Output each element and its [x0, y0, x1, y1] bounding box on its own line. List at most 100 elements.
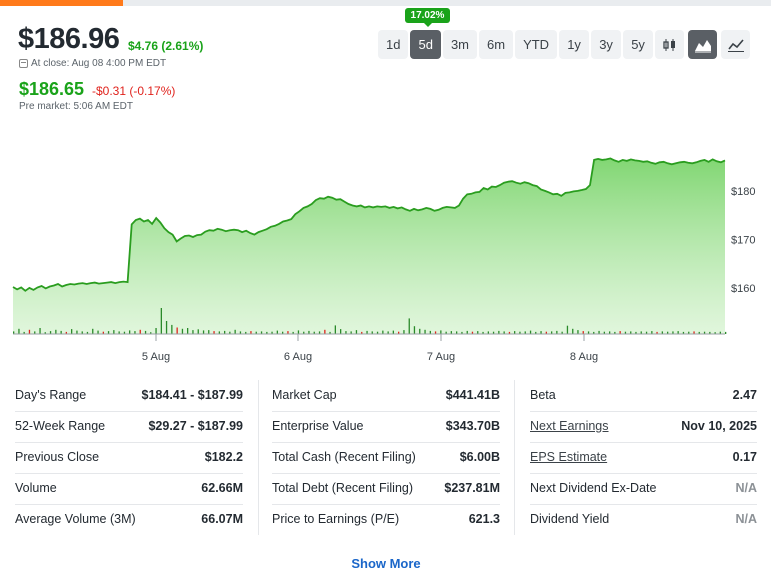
stat-value: 62.66M — [201, 481, 243, 495]
volume-bar — [28, 329, 31, 334]
price-chart[interactable]: $180 $170 $160 5 Aug 6 Aug 7 Aug 8 Aug — [0, 120, 771, 370]
stat-label[interactable]: EPS Estimate — [530, 442, 607, 473]
show-more-button[interactable]: Show More — [330, 556, 442, 571]
volume-bar — [55, 329, 57, 334]
volume-bar — [419, 328, 421, 334]
stat-row: Dividend Yield N/A — [530, 504, 757, 535]
stat-row: 52-Week Range $29.27 - $187.99 — [15, 411, 243, 443]
stat-value: $6.00B — [459, 450, 500, 464]
range-button-3y[interactable]: 3y — [591, 30, 622, 59]
x-tick-label: 6 Aug — [284, 351, 312, 363]
calendar-icon — [19, 59, 28, 68]
volume-bar — [334, 325, 336, 334]
range-change-tooltip: 17.02% — [405, 8, 450, 27]
volume-bar — [187, 328, 189, 334]
volume-bar — [297, 330, 300, 334]
volume-bar — [355, 330, 358, 334]
premarket-timestamp: Pre market: 5:06 AM EDT — [19, 101, 133, 112]
stat-row: Total Cash (Recent Filing) $6.00B — [272, 442, 500, 474]
volume-bar — [340, 329, 342, 334]
stat-label: 52-Week Range — [15, 419, 106, 433]
volume-bar — [76, 330, 78, 334]
volume-bar — [129, 330, 131, 334]
volume-bar — [725, 331, 727, 334]
price-change: $4.76 (2.61%) — [128, 39, 204, 53]
stat-row: Price to Earnings (P/E) 621.3 — [272, 504, 500, 535]
stat-label: Total Cash (Recent Filing) — [272, 450, 416, 464]
stat-row: Volume 62.66M — [15, 473, 243, 505]
volume-bar — [160, 308, 162, 334]
stat-value: 2.47 — [732, 388, 757, 402]
volume-bar — [18, 328, 20, 334]
volume-bar — [440, 330, 442, 334]
volume-bar — [208, 330, 210, 334]
chart-type-selector — [655, 30, 750, 59]
candlestick-chart-button[interactable] — [655, 30, 684, 59]
stat-label[interactable]: Next Earnings — [530, 411, 609, 442]
stat-label: Enterprise Value — [272, 419, 364, 433]
stat-row: Total Debt (Recent Filing) $237.81M — [272, 473, 500, 505]
volume-bar — [92, 328, 94, 334]
y-tick-label: $170 — [731, 234, 755, 246]
stat-row: Next Earnings Nov 10, 2025 — [530, 411, 757, 443]
range-button-ytd[interactable]: YTD — [515, 30, 558, 59]
stat-label: Day's Range — [15, 388, 87, 402]
range-button-5y[interactable]: 5y — [623, 30, 654, 59]
volume-bar — [566, 325, 569, 334]
premarket-change: -$0.31 (-0.17%) — [92, 84, 176, 98]
mountain-chart-icon — [694, 39, 711, 52]
stat-value: N/A — [735, 481, 757, 495]
volume-bar — [424, 329, 426, 334]
volume-bar — [97, 330, 99, 334]
stat-label: Average Volume (3M) — [15, 512, 136, 526]
range-button-5d[interactable]: 5d — [410, 30, 441, 59]
stat-row: Market Cap $441.41B — [272, 380, 500, 412]
line-chart-button[interactable] — [721, 30, 750, 59]
stat-value: $182.2 — [204, 450, 243, 464]
volume-bar — [71, 329, 73, 334]
stat-row: EPS Estimate 0.17 — [530, 442, 757, 474]
stat-value: Nov 10, 2025 — [681, 419, 757, 433]
range-button-3m[interactable]: 3m — [442, 30, 477, 59]
volume-bar — [408, 318, 410, 334]
stat-row: Next Dividend Ex-Date N/A — [530, 473, 757, 505]
current-price: $186.96 — [18, 23, 120, 55]
top-progress-bar — [0, 0, 771, 6]
volume-bar — [171, 324, 173, 334]
stat-label: Market Cap — [272, 388, 337, 402]
price-area-fill — [13, 158, 725, 334]
stat-value: $237.81M — [444, 481, 500, 495]
volume-bar — [324, 329, 326, 334]
range-selector: 1d 5d 3m 6m YTD 1y 3y 5y — [378, 30, 654, 59]
close-timestamp-text: At close: Aug 08 4:00 PM EDT — [31, 58, 167, 69]
stat-label: Previous Close — [15, 450, 100, 464]
stats-divider — [514, 380, 515, 535]
range-button-6m[interactable]: 6m — [479, 30, 514, 59]
volume-bar — [392, 330, 394, 334]
x-tick-label: 7 Aug — [427, 351, 455, 363]
stat-value: $343.70B — [445, 419, 500, 433]
stat-row: Average Volume (3M) 66.07M — [15, 504, 243, 535]
range-button-1d[interactable]: 1d — [378, 30, 409, 59]
range-button-1y[interactable]: 1y — [559, 30, 590, 59]
y-tick-label: $180 — [731, 186, 755, 198]
volume-bar — [577, 330, 579, 334]
volume-bar — [165, 321, 168, 334]
stat-value: $29.27 - $187.99 — [148, 419, 243, 433]
volume-bar — [202, 330, 205, 334]
volume-bar — [382, 330, 384, 334]
stat-value: 66.07M — [201, 512, 243, 526]
x-tick-label: 8 Aug — [570, 351, 598, 363]
stat-row: Day's Range $184.41 - $187.99 — [15, 380, 243, 412]
y-tick-label: $160 — [731, 283, 755, 295]
volume-bar — [234, 329, 236, 334]
stat-value: 621.3 — [468, 512, 500, 526]
mountain-chart-button[interactable] — [688, 30, 717, 59]
volume-bar — [139, 329, 141, 334]
stat-label: Volume — [15, 481, 57, 495]
volume-bar — [181, 328, 184, 334]
stats-divider — [258, 380, 259, 535]
stat-label: Total Debt (Recent Filing) — [272, 481, 414, 495]
stat-value: 0.17 — [732, 450, 757, 464]
top-progress-accent — [0, 0, 123, 6]
